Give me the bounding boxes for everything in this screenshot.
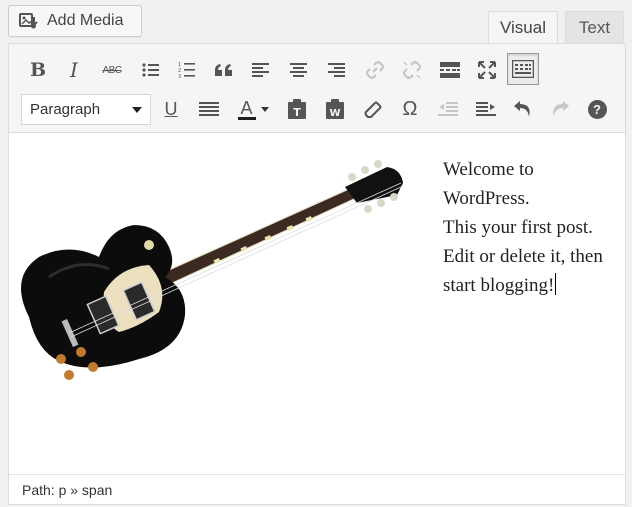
bulleted-list-button[interactable] [137,56,165,84]
element-path: Path: p » span [22,481,113,498]
redo-button[interactable] [546,95,574,123]
fullscreen-button[interactable] [473,56,501,84]
electric-guitar-image[interactable] [9,147,409,387]
post-text-line: Edit or delete it, then [443,246,603,267]
format-select-value: Paragraph [30,101,101,118]
post-text-line: WordPress. [443,188,530,209]
tab-text[interactable]: Text [565,11,624,43]
svg-text:3: 3 [178,74,181,79]
clear-formatting-button[interactable] [359,95,387,123]
help-button[interactable]: ? [583,95,611,123]
numbered-list-icon: 1 2 3 [178,62,195,79]
eraser-icon [364,101,382,118]
outdent-icon [438,102,458,116]
redo-icon [553,101,569,117]
indent-button[interactable] [472,95,500,123]
underline-button[interactable]: U [157,95,185,123]
strikethrough-button[interactable]: ABC [98,56,126,84]
svg-text:W: W [329,108,340,119]
post-text-line: start blogging! [443,275,555,296]
align-center-button[interactable] [285,56,313,84]
add-media-button[interactable]: Add Media [8,5,142,37]
post-paragraph[interactable]: Welcome to WordPress. This your first po… [443,155,623,300]
align-left-icon [252,63,269,77]
link-icon [365,60,385,80]
bold-button[interactable]: B [24,56,52,84]
align-left-button[interactable] [247,56,275,84]
align-center-icon [290,63,307,77]
indent-icon [476,102,496,116]
align-right-button[interactable] [323,56,351,84]
svg-text:T: T [293,106,301,119]
text-color-button[interactable]: A [231,95,275,123]
format-select[interactable]: Paragraph [21,94,151,125]
post-text-line-last: start blogging! [443,271,623,300]
insert-link-button[interactable] [361,56,389,84]
bulleted-list-icon [142,63,159,77]
align-right-icon [328,63,345,77]
text-cursor [555,273,557,295]
chevron-down-icon [260,106,269,112]
toolbar-toggle-button[interactable] [507,53,539,85]
chevron-down-icon [132,107,142,113]
post-text-line: This your first post. [443,217,593,238]
add-media-icon [18,11,40,31]
paste-word-icon: W [326,99,344,119]
toolbar-toggle-icon [512,60,534,78]
italic-button[interactable]: I [60,56,88,84]
add-media-label: Add Media [47,12,124,29]
blockquote-button[interactable] [210,56,238,84]
paste-from-word-button[interactable]: W [321,95,349,123]
numbered-list-button[interactable]: 1 2 3 [173,56,201,84]
blockquote-icon [215,64,232,76]
special-character-button[interactable]: Ω [396,95,424,123]
text-color-icon: A [237,99,256,120]
undo-button[interactable] [509,95,537,123]
justify-button[interactable] [195,95,223,123]
read-more-button[interactable] [436,56,464,84]
outdent-button[interactable] [434,95,462,123]
help-icon: ? [587,99,607,119]
editor-toolbar: B I ABC 1 2 3 Paragraph U A T W Ω ? [9,44,625,133]
read-more-icon [440,62,460,78]
editor: B I ABC 1 2 3 Paragraph U A T W Ω ? Welc… [8,43,626,505]
undo-icon [514,101,530,117]
post-text-line: Welcome to [443,159,534,180]
tab-visual[interactable]: Visual [488,11,558,44]
paste-as-text-button[interactable]: T [283,95,311,123]
editor-content[interactable]: Welcome to WordPress. This your first po… [9,133,625,473]
justify-icon [199,102,219,116]
paste-text-icon: T [288,99,306,119]
path-statusbar: Path: p » span [9,474,625,504]
unlink-icon [402,60,422,80]
fullscreen-icon [478,61,496,79]
remove-link-button[interactable] [398,56,426,84]
